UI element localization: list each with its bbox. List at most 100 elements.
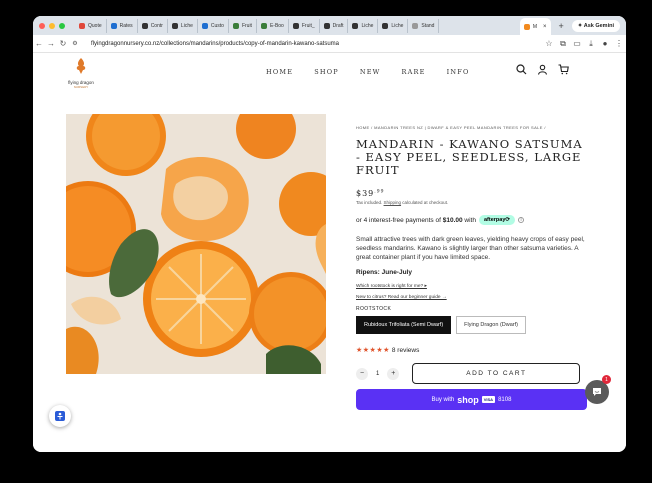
profile-avatar-icon[interactable]: ● bbox=[598, 39, 612, 48]
tab-8[interactable]: Draft bbox=[320, 18, 349, 33]
minimize-window-button[interactable] bbox=[49, 22, 55, 29]
ripens-info: Ripens: June-July bbox=[356, 269, 412, 276]
tab-10[interactable]: Liche bbox=[378, 18, 409, 33]
tab-label: Rates bbox=[119, 22, 133, 29]
tax-note: Tax included. Shipping calculated at che… bbox=[356, 200, 591, 205]
dragon-logo-icon bbox=[76, 58, 86, 74]
close-tab-icon[interactable]: × bbox=[543, 24, 547, 30]
increase-quantity-button[interactable]: + bbox=[387, 367, 400, 380]
tab-label: Liche bbox=[391, 22, 404, 29]
review-count: 8 reviews bbox=[391, 346, 420, 354]
tab-0[interactable]: Quote bbox=[75, 18, 107, 33]
tab-label: Fruit bbox=[241, 22, 252, 29]
product-info: HOME / MANDARIN TREES NZ | DWARF & EASY … bbox=[356, 125, 591, 410]
tab-11[interactable]: Stand bbox=[408, 18, 440, 33]
visa-card-icon: VISA bbox=[481, 396, 496, 403]
tab-favicon-icon bbox=[110, 22, 117, 29]
extensions-icon[interactable]: ⧉ bbox=[556, 39, 570, 49]
tab-favicon-icon bbox=[201, 22, 208, 29]
close-window-button[interactable] bbox=[39, 22, 45, 29]
info-icon[interactable]: i bbox=[518, 217, 524, 223]
bookmark-star-icon[interactable]: ☆ bbox=[542, 39, 556, 48]
nav-shop[interactable]: SHOP bbox=[314, 68, 339, 76]
tab-7[interactable]: Fruit_ bbox=[289, 18, 320, 33]
variant-flying-dragon[interactable]: Flying Dragon (Dwarf) bbox=[456, 316, 526, 334]
tab-3[interactable]: Liche bbox=[168, 18, 198, 33]
cart-row: − 1 + ADD TO CART bbox=[356, 363, 591, 384]
afterpay-with: with bbox=[462, 216, 476, 224]
tax-prefix: Tax included. bbox=[356, 200, 384, 205]
nav-new[interactable]: NEW bbox=[360, 68, 381, 76]
tab-list: Quote Rates Contr Liche Custo Fruit E-Boo Fruit… bbox=[75, 16, 520, 35]
rootstock-label: ROOTSTOCK bbox=[356, 306, 392, 312]
back-icon[interactable]: ← bbox=[33, 39, 45, 48]
quantity-value[interactable]: 1 bbox=[376, 371, 379, 377]
tab-favicon-icon bbox=[323, 22, 330, 29]
tab-strip: Quote Rates Contr Liche Custo Fruit E-Boo Fruit… bbox=[33, 16, 626, 35]
forward-icon[interactable]: → bbox=[45, 39, 57, 48]
side-panel-icon[interactable]: ▭ bbox=[570, 39, 584, 48]
product-image[interactable] bbox=[66, 114, 326, 374]
tab-favicon-icon bbox=[412, 22, 419, 29]
rootstock-guide-link[interactable]: Which rootstock is right for me? ▸ bbox=[356, 284, 591, 289]
search-icon[interactable] bbox=[516, 64, 527, 75]
shop-pay-button[interactable]: Buy with shop VISA 8108 bbox=[356, 389, 587, 410]
afterpay-row: or 4 interest-free payments of $10.00 wi… bbox=[356, 215, 591, 225]
product-price: $39.99 bbox=[356, 189, 591, 198]
reload-icon[interactable]: ↻ bbox=[57, 39, 69, 48]
tab-9[interactable]: Liche bbox=[348, 18, 379, 33]
address-bar[interactable]: flyingdragonnursery.co.nz/collections/ma… bbox=[91, 41, 542, 47]
tab-active[interactable]: M × bbox=[519, 18, 551, 35]
tab-1[interactable]: Rates bbox=[107, 18, 138, 33]
nav-home[interactable]: HOME bbox=[266, 68, 293, 76]
tab-2[interactable]: Contr bbox=[138, 18, 168, 33]
tab-4[interactable]: Custo bbox=[198, 18, 229, 33]
citrus-guide-link[interactable]: New to citrus? Read our beginner guide → bbox=[356, 295, 591, 300]
breadcrumb[interactable]: HOME / MANDARIN TREES NZ | DWARF & EASY … bbox=[356, 125, 591, 130]
tab-favicon-icon bbox=[141, 22, 148, 29]
main-nav: HOME SHOP NEW RARE INFO bbox=[266, 68, 469, 76]
browser-window: Quote Rates Contr Liche Custo Fruit E-Boo Fruit… bbox=[33, 16, 626, 452]
tab-label: Custo bbox=[210, 22, 224, 29]
menu-icon[interactable]: ⋮ bbox=[612, 39, 626, 48]
cart-icon[interactable] bbox=[558, 64, 569, 75]
tab-6[interactable]: E-Boo bbox=[257, 18, 289, 33]
quantity-stepper: − 1 + bbox=[356, 367, 400, 380]
site-settings-icon[interactable]: ⚙ bbox=[69, 40, 81, 47]
ask-gemini-button[interactable]: ✦ Ask Gemini bbox=[571, 19, 620, 32]
tab-5[interactable]: Fruit bbox=[229, 18, 257, 33]
accessibility-icon bbox=[55, 411, 65, 421]
tab-label: M bbox=[532, 23, 538, 30]
logo-subtitle: NURSERY bbox=[73, 85, 89, 89]
tab-label: Liche bbox=[180, 22, 193, 29]
shipping-link[interactable]: Shipping bbox=[384, 200, 402, 205]
zoom-window-button[interactable] bbox=[59, 22, 65, 29]
account-icon[interactable] bbox=[537, 64, 548, 75]
tab-favicon-icon bbox=[260, 22, 267, 29]
rootstock-options: Rubidoux Trifoliata (Semi Dwarf) Flying … bbox=[356, 316, 591, 334]
card-last4: 8108 bbox=[498, 396, 512, 403]
browser-toolbar: ← → ↻ ⚙ flyingdragonnursery.co.nz/collec… bbox=[33, 35, 626, 53]
tab-favicon-icon bbox=[382, 22, 389, 29]
accessibility-widget-button[interactable] bbox=[49, 405, 71, 427]
tax-suffix: calculated at checkout. bbox=[401, 200, 449, 205]
reviews-summary[interactable]: ★★★★★ 8 reviews bbox=[356, 346, 591, 355]
site-logo[interactable]: flying dragon NURSERY bbox=[61, 57, 101, 89]
nav-info[interactable]: INFO bbox=[447, 68, 470, 76]
new-tab-button[interactable]: + bbox=[551, 21, 572, 31]
nav-rare[interactable]: RARE bbox=[402, 68, 426, 76]
price-main: $39 bbox=[356, 189, 375, 198]
shop-logo: shop bbox=[457, 394, 479, 405]
site-favicon-icon bbox=[523, 23, 530, 30]
price-cents: .99 bbox=[374, 189, 385, 195]
header-icons bbox=[516, 64, 569, 75]
tab-favicon-icon bbox=[171, 22, 178, 29]
download-icon[interactable]: ⤓ bbox=[584, 39, 598, 49]
chat-icon bbox=[593, 388, 601, 396]
afterpay-badge[interactable]: afterpay⟳ bbox=[478, 215, 515, 225]
add-to-cart-button[interactable]: ADD TO CART bbox=[412, 363, 581, 384]
decrease-quantity-button[interactable]: − bbox=[356, 367, 368, 380]
tab-label: E-Boo bbox=[269, 22, 284, 29]
variant-rubidoux[interactable]: Rubidoux Trifoliata (Semi Dwarf) bbox=[356, 316, 452, 334]
rating-stars-icon: ★★★★★ bbox=[356, 347, 390, 354]
